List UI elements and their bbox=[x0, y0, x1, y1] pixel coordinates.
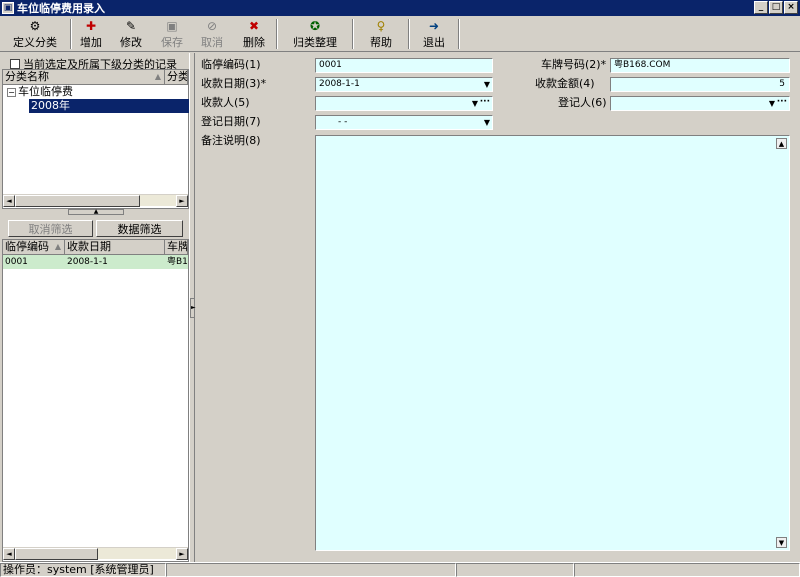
collapse-icon[interactable]: − bbox=[7, 87, 16, 97]
status-cell bbox=[574, 563, 800, 577]
scroll-up-icon[interactable]: ▲ bbox=[776, 138, 787, 149]
edit-button[interactable]: ✎ 修改 bbox=[110, 16, 152, 52]
column-header-date[interactable]: 收款日期 bbox=[65, 240, 165, 255]
cancel-icon: ⊘ bbox=[206, 19, 218, 33]
payee-label: 收款人(5) bbox=[201, 96, 250, 109]
cell-date: 2008-1-1 bbox=[67, 257, 108, 267]
code-label: 临停编码(1) bbox=[201, 58, 261, 71]
registrar-label: 登记人(6) bbox=[558, 96, 607, 109]
scroll-left-icon[interactable]: ◄ bbox=[3, 548, 15, 560]
app-icon: ▣ bbox=[2, 2, 14, 14]
amount-field[interactable]: 5 bbox=[610, 77, 790, 92]
exit-button[interactable]: ➜ 退出 bbox=[410, 16, 458, 52]
column-header-category[interactable]: 分类 bbox=[165, 70, 188, 85]
amount-label: 收款金额(4) bbox=[535, 77, 595, 90]
notes-label: 备注说明(8) bbox=[201, 134, 261, 147]
registrar-select[interactable]: ▼ ··· bbox=[610, 96, 790, 111]
scroll-right-icon[interactable]: ► bbox=[176, 548, 188, 560]
browse-ellipsis-icon[interactable]: ··· bbox=[480, 97, 490, 109]
category-tree-header: 分类名称 ▲ 分类 bbox=[3, 70, 188, 85]
exit-icon: ➜ bbox=[428, 19, 440, 33]
minimize-button[interactable]: _ bbox=[754, 1, 768, 14]
payee-select[interactable]: ▼ ··· bbox=[315, 96, 493, 111]
dropdown-arrow-icon[interactable]: ▼ bbox=[472, 97, 478, 110]
dropdown-arrow-icon[interactable]: ▼ bbox=[484, 116, 490, 129]
list-horizontal-scrollbar[interactable]: ◄ ► bbox=[3, 547, 188, 560]
status-bar: 操作员：system [系统管理员] bbox=[0, 562, 800, 577]
edit-icon: ✎ bbox=[125, 19, 137, 33]
cell-plate: 粤B1 bbox=[167, 257, 188, 267]
date-label: 收款日期(3)* bbox=[201, 77, 267, 90]
detail-form: 临停编码(1) 0001 车牌号码(2)* 粤B168.COM 收款日期(3)*… bbox=[196, 53, 800, 562]
category-tree: 分类名称 ▲ 分类 − 车位临停费 2008年 ◄ ► bbox=[2, 69, 189, 209]
title-bar: ▣ 车位临停费用录入 _ □ × bbox=[0, 0, 800, 16]
cancel-button[interactable]: ⊘ 取消 bbox=[192, 16, 232, 52]
close-button[interactable]: × bbox=[784, 1, 798, 14]
organize-button[interactable]: ✪ 归类整理 bbox=[278, 16, 352, 52]
left-pane: 当前选定及所属下级分类的记录 分类名称 ▲ 分类 − 车位临停费 2008年 ◄ … bbox=[0, 53, 189, 562]
record-list: 临停编码 ▲ 收款日期 车牌 0001 2008-1-1 粤B1 ◄ ► bbox=[2, 239, 189, 562]
pane-divider[interactable]: ► bbox=[189, 53, 196, 562]
help-button[interactable]: ♀ 帮助 bbox=[354, 16, 408, 52]
scroll-right-icon[interactable]: ► bbox=[176, 195, 188, 207]
date-picker[interactable]: 2008-1-1 ▼ bbox=[315, 77, 493, 92]
cell-code: 0001 bbox=[5, 257, 28, 267]
include-subcategories-checkbox[interactable] bbox=[10, 59, 20, 69]
tree-node-root[interactable]: − 车位临停费 bbox=[3, 85, 188, 99]
tree-node-2008[interactable]: 2008年 bbox=[3, 99, 189, 113]
data-filter-button[interactable]: 数据筛选 bbox=[96, 220, 183, 237]
column-header-plate[interactable]: 车牌 bbox=[165, 240, 188, 255]
add-button[interactable]: ✚ 增加 bbox=[72, 16, 110, 52]
sort-arrow-icon: ▲ bbox=[54, 242, 61, 251]
status-cell bbox=[456, 563, 574, 577]
tree-horizontal-scrollbar[interactable]: ◄ ► bbox=[3, 194, 188, 207]
dropdown-arrow-icon[interactable]: ▼ bbox=[484, 78, 490, 91]
plate-field[interactable]: 粤B168.COM bbox=[610, 58, 790, 73]
code-field[interactable]: 0001 bbox=[315, 58, 493, 73]
window-title: 车位临停费用录入 bbox=[17, 2, 105, 15]
divider-grip-icon[interactable]: ► bbox=[190, 298, 196, 318]
notes-textarea[interactable]: ▲ ▼ bbox=[315, 135, 790, 551]
operator-status: 操作员：system [系统管理员] bbox=[0, 563, 166, 577]
delete-icon: ✖ bbox=[248, 19, 260, 33]
tree-node-2008-label: 2008年 bbox=[29, 99, 189, 113]
maximize-button[interactable]: □ bbox=[769, 1, 783, 14]
column-header-code[interactable]: 临停编码 ▲ bbox=[3, 240, 65, 255]
add-icon: ✚ bbox=[85, 19, 97, 33]
column-header-category-name[interactable]: 分类名称 ▲ bbox=[3, 70, 165, 85]
category-icon: ⚙ bbox=[29, 19, 41, 33]
scroll-thumb[interactable] bbox=[15, 548, 98, 560]
reg-date-label: 登记日期(7) bbox=[201, 115, 261, 128]
delete-button[interactable]: ✖ 删除 bbox=[232, 16, 276, 52]
panel-splitter-handle[interactable]: ▲ bbox=[68, 209, 124, 215]
record-list-header: 临停编码 ▲ 收款日期 车牌 bbox=[3, 240, 188, 255]
save-button[interactable]: ▣ 保存 bbox=[152, 16, 192, 52]
browse-ellipsis-icon[interactable]: ··· bbox=[777, 97, 787, 109]
organize-icon: ✪ bbox=[309, 19, 321, 33]
scroll-down-icon[interactable]: ▼ bbox=[776, 537, 787, 548]
toolbar-separator bbox=[458, 19, 460, 49]
dropdown-arrow-icon[interactable]: ▼ bbox=[769, 97, 775, 110]
cancel-filter-button[interactable]: 取消筛选 bbox=[8, 220, 93, 237]
help-icon: ♀ bbox=[376, 19, 386, 33]
plate-label: 车牌号码(2)* bbox=[541, 58, 607, 71]
sort-arrow-icon: ▲ bbox=[154, 72, 161, 81]
define-category-button[interactable]: ⚙ 定义分类 bbox=[0, 16, 70, 52]
scroll-thumb[interactable] bbox=[15, 195, 140, 207]
table-row[interactable]: 0001 2008-1-1 粤B1 bbox=[3, 255, 188, 269]
toolbar: ⚙ 定义分类 ✚ 增加 ✎ 修改 ▣ 保存 ⊘ 取消 ✖ 删除 ✪ 归类整理 ♀… bbox=[0, 16, 800, 52]
save-icon: ▣ bbox=[166, 19, 178, 33]
scroll-left-icon[interactable]: ◄ bbox=[3, 195, 15, 207]
reg-date-picker[interactable]: - - ▼ bbox=[315, 115, 493, 130]
status-cell bbox=[166, 563, 456, 577]
